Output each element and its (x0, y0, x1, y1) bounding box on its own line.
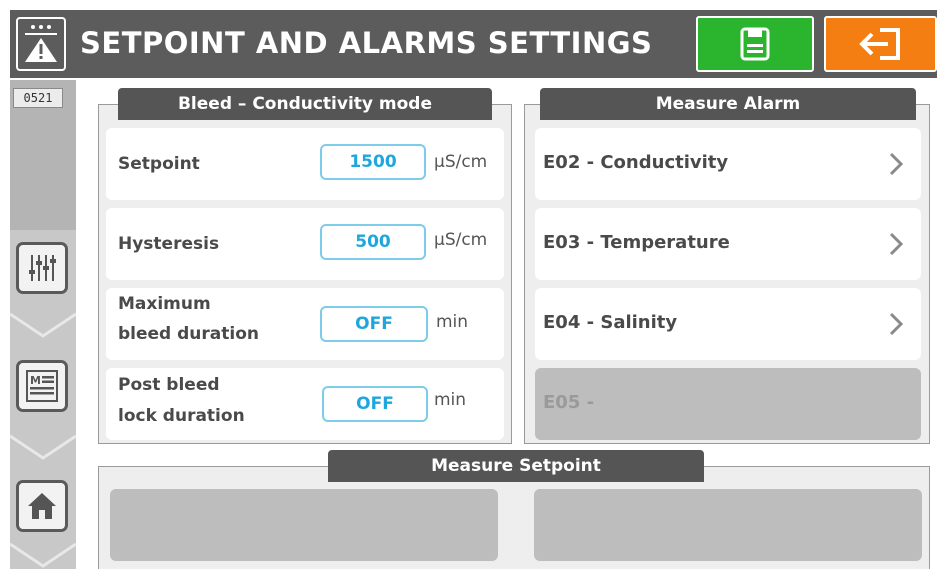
setpoint-slot-left (110, 489, 498, 561)
max-bleed-duration-row: Maximum bleed duration OFF min (106, 288, 504, 360)
setpoint-unit: µS/cm (434, 152, 488, 172)
exit-button[interactable] (824, 16, 937, 72)
hysteresis-row: Hysteresis 500 µS/cm (106, 208, 504, 280)
sidebar-divider (10, 542, 76, 568)
alarm-item-label: E02 - Conductivity (543, 152, 729, 173)
measure-alarm-title: Measure Alarm (540, 88, 916, 120)
chevron-right-icon (889, 232, 903, 256)
page-title: SETPOINT AND ALARMS SETTINGS (80, 26, 653, 60)
hysteresis-unit: µS/cm (434, 230, 488, 250)
post-bleed-unit: min (434, 390, 467, 410)
setpoint-label: Setpoint (118, 154, 200, 174)
max-bleed-unit: min (436, 312, 469, 332)
sidebar-divider (10, 434, 76, 460)
max-bleed-duration-input[interactable]: OFF (320, 306, 428, 342)
hysteresis-input[interactable]: 500 (320, 224, 426, 260)
setpoint-slot-right (534, 489, 922, 561)
setpoint-input[interactable]: 1500 (320, 144, 426, 180)
post-bleed-lock-input[interactable]: OFF (322, 386, 428, 422)
save-icon (740, 27, 770, 61)
exit-icon (858, 28, 900, 60)
header-bar-region: SETPOINT AND ALARMS SETTINGS (0, 0, 937, 80)
alarm-item-label: E05 - (543, 392, 595, 413)
sidebar-item-setpoint[interactable] (16, 242, 68, 294)
max-bleed-label-line1: Maximum (118, 294, 211, 314)
chevron-right-icon (889, 312, 903, 336)
bleed-panel-title: Bleed – Conductivity mode (118, 88, 492, 120)
alarm-item-e04[interactable]: E04 - Salinity (535, 288, 921, 360)
alarm-item-label: E03 - Temperature (543, 232, 730, 253)
post-bleed-label-line1: Post bleed (118, 375, 220, 395)
sliders-icon (29, 255, 56, 281)
alarm-item-e02[interactable]: E02 - Conductivity (535, 128, 921, 200)
sidebar-divider (10, 312, 76, 338)
alarm-item-e05: E05 - (535, 368, 921, 440)
save-button[interactable] (696, 16, 814, 72)
screen-code: 0521 (13, 88, 63, 108)
sidebar-item-menu[interactable]: M (16, 360, 68, 412)
svg-text:M: M (30, 374, 41, 387)
setpoint-row: Setpoint 1500 µS/cm (106, 128, 504, 200)
menu-list-icon: M (26, 370, 58, 402)
alarm-item-e03[interactable]: E03 - Temperature (535, 208, 921, 280)
hysteresis-label: Hysteresis (118, 234, 220, 254)
post-bleed-label-line2: lock duration (118, 406, 245, 426)
measure-setpoint-title: Measure Setpoint (328, 450, 704, 482)
sidebar-item-home[interactable] (16, 480, 68, 532)
max-bleed-label-line2: bleed duration (118, 324, 260, 344)
alarm-item-label: E04 - Salinity (543, 312, 678, 333)
home-icon (28, 493, 56, 519)
post-bleed-lock-row: Post bleed lock duration OFF min (106, 368, 504, 440)
warning-panel-icon (16, 17, 66, 71)
chevron-right-icon (889, 152, 903, 176)
